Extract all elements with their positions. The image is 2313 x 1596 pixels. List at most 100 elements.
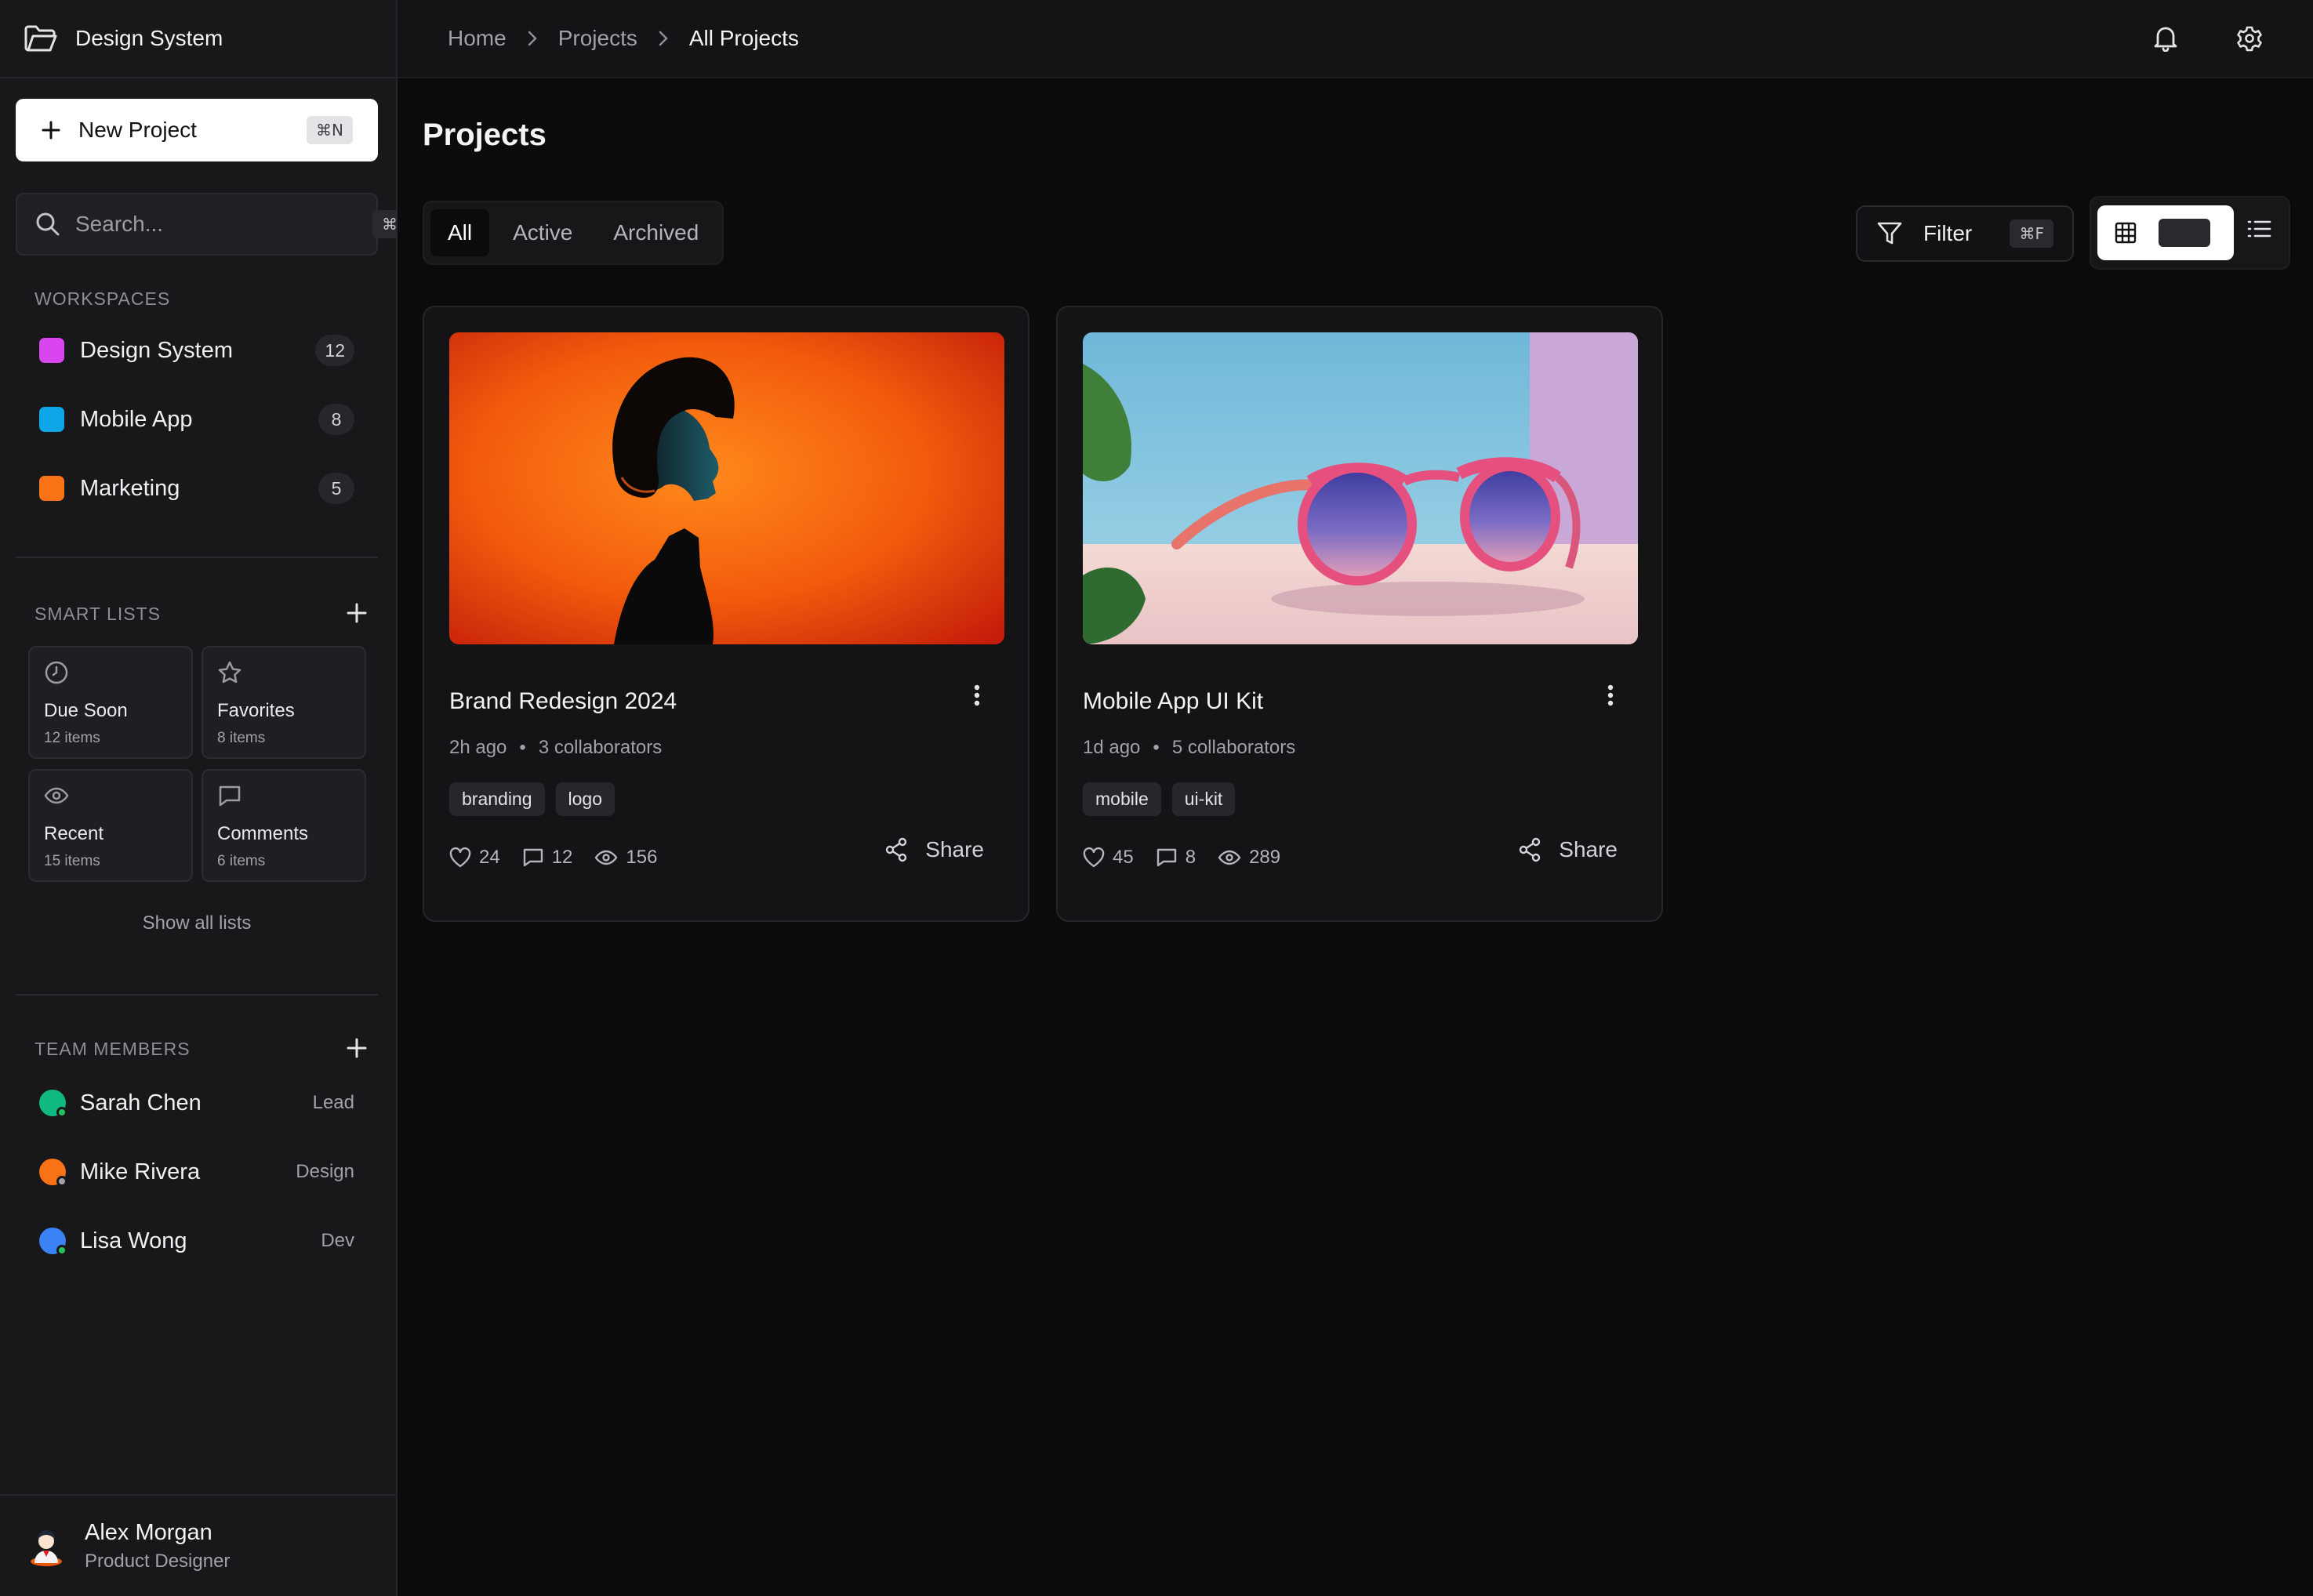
card-time: 2h ago [449,737,507,758]
workspace-color-swatch [39,338,64,363]
sidebar-header: Design System [0,0,396,78]
workspace-item-mobile-app[interactable]: Mobile App 8 [16,392,378,447]
filter-button[interactable]: Filter ⌘F [1856,205,2074,262]
sidebar-divider [16,557,378,558]
view-toggle: ⌘V [2090,196,2290,270]
workspace-name: Design System [80,337,234,363]
avatar [39,1159,67,1187]
sidebar: Design System New Project ⌘N ⌘K WORKSPAC… [0,0,418,1596]
tag-chip[interactable]: logo [555,782,615,816]
online-status-dot [56,1107,67,1118]
project-thumbnail [1083,332,1638,644]
tag-chip[interactable]: ui-kit [1171,782,1236,816]
new-project-label: New Project [78,118,197,142]
new-project-button[interactable]: New Project ⌘N [16,99,378,161]
smart-list-recent[interactable]: Recent 15 items [28,769,193,882]
project-card-mobile-ui-kit[interactable]: Mobile App UI Kit 1d ago • 5 collaborato… [1056,306,1663,922]
smart-list-comments[interactable]: Comments 6 items [202,769,366,882]
smart-list-title: Due Soon [44,700,128,721]
likes-count: 45 [1113,847,1134,868]
workspace-color-swatch [39,407,64,432]
online-status-dot [56,1245,67,1256]
tab-all[interactable]: All [430,209,490,256]
comments-stat[interactable]: 12 [522,847,573,869]
smart-lists-heading: SMART LISTS [34,604,161,624]
share-button[interactable]: Share [884,837,984,862]
tab-active[interactable]: Active [496,209,590,256]
filter-icon [1876,221,1903,246]
grid-view-button[interactable]: ⌘V [2097,205,2234,260]
list-view-button[interactable] [2246,218,2271,240]
add-smart-list-button[interactable] [346,602,368,624]
member-name: Sarah Chen [80,1090,202,1115]
smart-list-count: 15 items [44,853,100,869]
workspace-item-marketing[interactable]: Marketing 5 [16,461,378,516]
share-icon [886,837,907,862]
views-stat: 289 [1218,847,1280,869]
workspace-count-badge: 8 [318,404,354,435]
team-member-mike-rivera[interactable]: Mike Rivera Design [16,1144,378,1199]
add-team-member-button[interactable] [346,1037,368,1059]
tag-chip[interactable]: mobile [1083,782,1161,816]
smart-list-due-soon[interactable]: Due Soon 12 items [28,646,193,759]
smart-list-count: 6 items [217,853,266,869]
gear-icon[interactable] [2236,25,2263,52]
smart-list-favorites[interactable]: Favorites 8 items [202,646,366,759]
card-tags: branding logo [449,782,615,816]
sidebar-divider [16,994,378,996]
more-vertical-icon[interactable] [1607,684,1614,707]
project-thumbnail [449,332,1004,644]
likes-count: 24 [479,847,500,868]
breadcrumb: Home Projects All Projects [448,26,799,51]
eye-icon [594,850,618,865]
more-vertical-icon[interactable] [973,684,981,707]
heart-icon [1083,847,1105,868]
project-card-brand-redesign[interactable]: Brand Redesign 2024 2h ago • 3 collabora… [423,306,1029,922]
tag-chip[interactable]: branding [449,782,545,816]
workspace-item-design-system[interactable]: Design System 12 [16,323,378,378]
plus-icon [347,1038,367,1058]
member-role: Dev [321,1230,354,1251]
workspace-name: Marketing [80,475,180,501]
views-count: 156 [626,847,658,868]
smart-list-count: 12 items [44,730,100,746]
views-count: 289 [1249,847,1281,868]
search-box: ⌘K [16,193,418,256]
avatar [39,1228,67,1256]
card-collaborators: 3 collaborators [538,737,663,758]
grid-icon [2115,222,2137,244]
card-stats: 45 8 289 [1083,847,1280,869]
smart-list-count: 8 items [217,730,266,746]
new-project-shortcut: ⌘N [307,116,353,144]
member-role: Design [296,1161,354,1182]
filter-label: Filter [1923,221,1973,245]
workspaces-heading: WORKSPACES [34,288,171,309]
search-input[interactable] [75,212,358,237]
comment-icon [1156,848,1176,867]
bell-icon[interactable] [2153,25,2178,52]
clock-icon [44,660,69,685]
team-member-lisa-wong[interactable]: Lisa Wong Dev [16,1213,378,1268]
tab-archived[interactable]: Archived [596,209,716,256]
breadcrumb-home[interactable]: Home [448,26,507,51]
show-all-lists-link[interactable]: Show all lists [16,912,378,934]
user-profile[interactable]: Alex Morgan Product Designer [0,1494,396,1596]
app-title: Design System [75,26,223,50]
comments-stat[interactable]: 8 [1156,847,1196,869]
likes-stat[interactable]: 45 [1083,847,1134,869]
workspace-count-badge: 12 [315,335,354,366]
breadcrumb-all-projects: All Projects [688,26,799,50]
share-button[interactable]: Share [1518,837,1618,862]
card-title: Brand Redesign 2024 [449,688,677,714]
breadcrumb-projects[interactable]: Projects [558,26,637,51]
message-icon [217,783,242,808]
team-members-heading: TEAM MEMBERS [34,1039,191,1059]
share-label: Share [1559,837,1618,861]
topbar-actions [2153,25,2263,52]
likes-stat[interactable]: 24 [449,847,500,869]
comments-count: 12 [551,847,573,868]
card-stats: 24 12 156 [449,847,657,869]
plus-icon [347,603,367,623]
star-icon [217,660,242,685]
team-member-sarah-chen[interactable]: Sarah Chen Lead [16,1075,378,1130]
